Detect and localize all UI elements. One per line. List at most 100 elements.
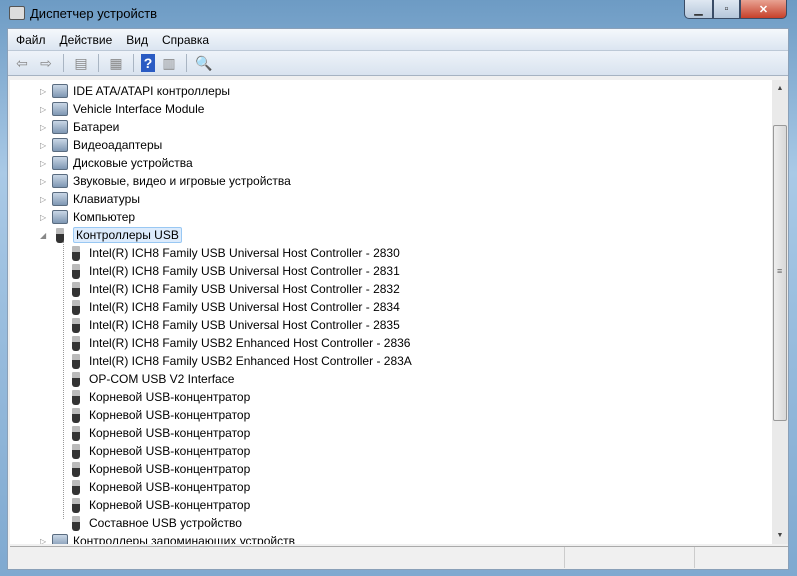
usb-icon — [72, 299, 80, 315]
tree-category-usb[interactable]: ◢ Контроллеры USB — [40, 226, 182, 244]
tree-device[interactable]: Корневой USB-концентратор — [68, 424, 250, 442]
status-pane — [10, 547, 565, 568]
device-category-icon — [52, 174, 68, 188]
tree-item-label: Компьютер — [73, 210, 136, 224]
usb-icon — [72, 245, 80, 261]
device-category-icon — [52, 156, 68, 170]
device-category-icon — [52, 102, 68, 116]
menu-view[interactable]: Вид — [120, 33, 154, 47]
expand-icon[interactable]: ▷ — [40, 87, 49, 96]
expand-icon[interactable]: ▷ — [40, 159, 49, 168]
device-category-icon — [52, 210, 68, 224]
tree-item-label: Intel(R) ICH8 Family USB2 Enhanced Host … — [89, 354, 412, 368]
status-bar — [10, 546, 788, 568]
tree-item-label: Intel(R) ICH8 Family USB Universal Host … — [89, 318, 400, 332]
tree-item-label: Vehicle Interface Module — [73, 102, 205, 116]
show-hide-tree-icon[interactable]: ▤ — [71, 54, 91, 72]
tree-item-label: Дисковые устройства — [73, 156, 193, 170]
scroll-up-icon[interactable]: ▲ — [772, 80, 788, 97]
usb-icon — [72, 497, 80, 513]
expand-icon[interactable]: ▷ — [40, 141, 49, 150]
tree-category[interactable]: ▷ Батареи — [40, 118, 119, 136]
usb-icon — [72, 407, 80, 423]
back-icon[interactable]: ⇦ — [12, 54, 32, 72]
usb-icon — [72, 335, 80, 351]
tree-item-label: Корневой USB-концентратор — [89, 426, 251, 440]
usb-icon — [72, 353, 80, 369]
maximize-button[interactable]: ▫ — [713, 0, 740, 19]
tree-device[interactable]: Intel(R) ICH8 Family USB Universal Host … — [68, 262, 400, 280]
menu-help[interactable]: Справка — [156, 33, 215, 47]
tree-item-label: Intel(R) ICH8 Family USB Universal Host … — [89, 264, 400, 278]
tree-category[interactable]: ▷ IDE ATA/ATAPI контроллеры — [40, 82, 230, 100]
expand-icon[interactable]: ▷ — [40, 177, 49, 186]
tree-category[interactable]: ▷ Контроллеры запоминающих устройств — [40, 532, 295, 544]
tree-item-label: Звуковые, видео и игровые устройства — [73, 174, 291, 188]
tree-category[interactable]: ▷ Клавиатуры — [40, 190, 140, 208]
status-pane — [565, 547, 695, 568]
tree-category[interactable]: ▷ Дисковые устройства — [40, 154, 193, 172]
tree-item-label: Корневой USB-концентратор — [89, 498, 251, 512]
vertical-scrollbar[interactable]: ▲ ≡ ▼ — [772, 80, 788, 544]
collapse-icon[interactable]: ◢ — [40, 231, 49, 240]
tree-device[interactable]: Корневой USB-концентратор — [68, 442, 250, 460]
tree-item-label: Корневой USB-концентратор — [89, 480, 251, 494]
tree-device[interactable]: Корневой USB-концентратор — [68, 496, 250, 514]
tree-item-label: Корневой USB-концентратор — [89, 390, 251, 404]
expand-icon[interactable]: ▷ — [40, 195, 49, 204]
usb-icon — [72, 317, 80, 333]
minimize-button[interactable]: ▁ — [684, 0, 713, 19]
tree-device[interactable]: OP-COM USB V2 Interface — [68, 370, 234, 388]
tree-device[interactable]: Intel(R) ICH8 Family USB Universal Host … — [68, 280, 400, 298]
device-category-icon — [52, 192, 68, 206]
tree-item-label: Корневой USB-концентратор — [89, 408, 251, 422]
usb-icon — [56, 227, 64, 243]
tree-device[interactable]: Корневой USB-концентратор — [68, 406, 250, 424]
tree-device[interactable]: Корневой USB-концентратор — [68, 478, 250, 496]
tree-item-label: Корневой USB-концентратор — [89, 462, 251, 476]
help-icon[interactable]: ? — [141, 54, 155, 72]
tree-device[interactable]: Составное USB устройство — [68, 514, 242, 532]
tree-device[interactable]: Intel(R) ICH8 Family USB2 Enhanced Host … — [68, 334, 410, 352]
tree-device[interactable]: Intel(R) ICH8 Family USB Universal Host … — [68, 244, 400, 262]
scroll-down-icon[interactable]: ▼ — [772, 527, 788, 544]
usb-icon — [72, 371, 80, 387]
expand-icon[interactable]: ▷ — [40, 537, 49, 545]
tree-item-label: Intel(R) ICH8 Family USB2 Enhanced Host … — [89, 336, 411, 350]
tree-category[interactable]: ▷ Звуковые, видео и игровые устройства — [40, 172, 291, 190]
device-tree[interactable]: ▷ IDE ATA/ATAPI контроллеры ▷ Vehicle Inter… — [10, 80, 772, 544]
tree-device[interactable]: Корневой USB-концентратор — [68, 388, 250, 406]
expand-icon[interactable]: ▷ — [40, 123, 49, 132]
tree-item-label: Корневой USB-концентратор — [89, 444, 251, 458]
tree-device[interactable]: Intel(R) ICH8 Family USB Universal Host … — [68, 298, 400, 316]
tree-item-label: Батареи — [73, 120, 120, 134]
scan-hardware-icon[interactable]: 🔍 — [194, 54, 214, 72]
expand-icon[interactable]: ▷ — [40, 213, 49, 222]
expand-icon[interactable]: ▷ — [40, 105, 49, 114]
tree-category[interactable]: ▷ Vehicle Interface Module — [40, 100, 204, 118]
menu-file[interactable]: Файл — [10, 33, 52, 47]
tree-device[interactable]: Intel(R) ICH8 Family USB2 Enhanced Host … — [68, 352, 412, 370]
forward-icon[interactable]: ⇨ — [36, 54, 56, 72]
separator — [63, 54, 64, 72]
tree-item-label: OP-COM USB V2 Interface — [89, 372, 235, 386]
window-title: Диспетчер устройств — [30, 6, 158, 21]
tree-device[interactable]: Intel(R) ICH8 Family USB Universal Host … — [68, 316, 400, 334]
toolbar: ⇦ ⇨ ▤ ▦ ? ▥ 🔍 — [8, 51, 788, 76]
usb-icon — [72, 425, 80, 441]
tree-item-label: Контроллеры USB — [73, 227, 182, 243]
tree-item-label: Intel(R) ICH8 Family USB Universal Host … — [89, 300, 400, 314]
usb-icon — [72, 479, 80, 495]
properties-icon[interactable]: ▦ — [106, 54, 126, 72]
menu-action[interactable]: Действие — [54, 33, 119, 47]
title-bar: Диспетчер устройств ▁ ▫ ✕ — [0, 0, 797, 28]
separator — [186, 54, 187, 72]
tree-device[interactable]: Корневой USB-концентратор — [68, 460, 250, 478]
tree-item-label: Видеоадаптеры — [73, 138, 163, 152]
close-button[interactable]: ✕ — [740, 0, 787, 19]
action-pane-icon[interactable]: ▥ — [159, 54, 179, 72]
tree-line — [63, 241, 64, 519]
tree-category[interactable]: ▷ Видеоадаптеры — [40, 136, 162, 154]
tree-category[interactable]: ▷ Компьютер — [40, 208, 135, 226]
scroll-thumb[interactable]: ≡ — [773, 125, 787, 421]
